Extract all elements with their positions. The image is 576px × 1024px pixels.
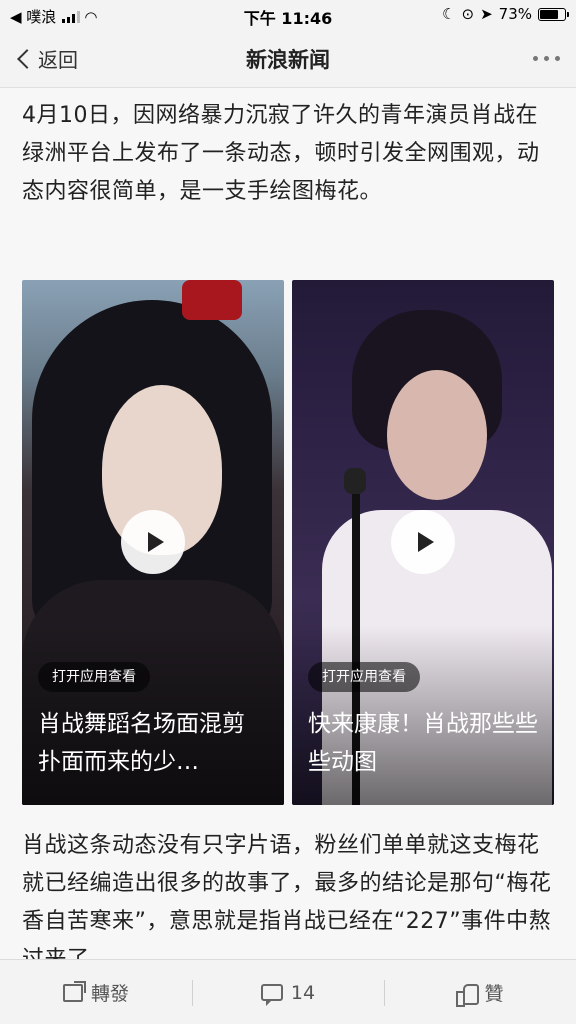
open-app-badge[interactable]: 打开应用查看 bbox=[38, 662, 150, 692]
share-icon bbox=[62, 980, 86, 1002]
battery-percent: 73% bbox=[498, 5, 532, 23]
comment-count: 14 bbox=[290, 981, 316, 1004]
location-icon: ➤ bbox=[480, 5, 493, 23]
video-card-2[interactable]: 打开应用查看 快来康康！肖战那些些些动图 bbox=[292, 280, 554, 805]
share-button[interactable]: 轉發 bbox=[0, 960, 192, 1024]
more-dots-icon bbox=[533, 56, 538, 61]
play-button[interactable] bbox=[121, 510, 185, 574]
status-right: ☾ ⊙ ➤ 73% bbox=[442, 5, 569, 23]
article-body[interactable]: 4月10日，因网络暴力沉寂了许久的青年演员肖战在绿洲平台上发布了一条动态，顿时引… bbox=[0, 89, 576, 959]
moon-icon: ☾ bbox=[442, 5, 456, 23]
video-title: 快来康康！肖战那些些些动图 bbox=[308, 711, 538, 775]
comment-icon bbox=[260, 984, 283, 1006]
page-title: 新浪新闻 bbox=[246, 48, 330, 72]
open-app-badge[interactable]: 打开应用查看 bbox=[308, 662, 420, 692]
status-bar: ◀ 噗浪 ◠ 下午 11:46 ☾ ⊙ ➤ 73% bbox=[0, 0, 576, 30]
comment-button[interactable]: 14 bbox=[192, 960, 384, 1024]
like-button[interactable]: 贊 bbox=[384, 960, 576, 1024]
bottom-action-bar: 轉發 14 贊 bbox=[0, 959, 576, 1024]
more-options-button[interactable] bbox=[533, 56, 560, 61]
video-card-1[interactable]: 打开应用查看 肖战舞蹈名场面混剪 扑面而来的少… bbox=[22, 280, 284, 805]
rotation-lock-icon: ⊙ bbox=[461, 5, 475, 23]
article-paragraph-2: 肖战这条动态没有只字片语，粉丝们单单就这支梅花就已经编造出很多的故事了，最多的结… bbox=[22, 833, 552, 959]
navigation-bar: 返回 新浪新闻 bbox=[0, 30, 576, 88]
video-title: 肖战舞蹈名场面混剪 扑面而来的少… bbox=[38, 711, 245, 775]
article-paragraph-1: 4月10日，因网络暴力沉寂了许久的青年演员肖战在绿洲平台上发布了一条动态，顿时引… bbox=[22, 103, 540, 204]
play-button[interactable] bbox=[391, 510, 455, 574]
like-label: 贊 bbox=[484, 983, 504, 1005]
battery-icon bbox=[538, 7, 569, 21]
share-label: 轉發 bbox=[90, 983, 129, 1005]
thumbs-up-icon bbox=[456, 983, 480, 1007]
